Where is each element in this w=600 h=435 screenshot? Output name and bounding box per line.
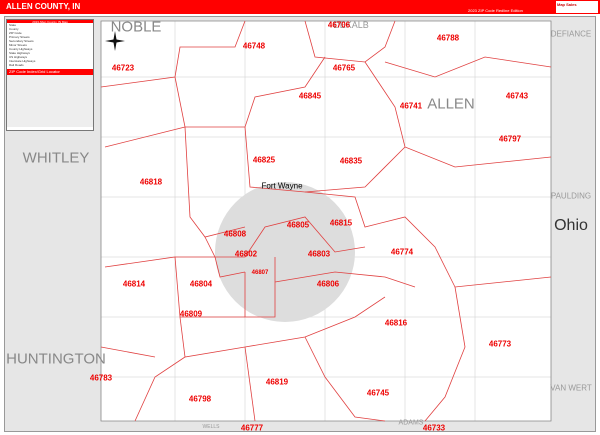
zip-label: 46788 (436, 33, 460, 43)
state-label-ohio: Ohio (554, 217, 588, 234)
zip-label: 46816 (384, 318, 408, 328)
county-label-paulding: PAULDING (550, 191, 592, 201)
zip-label: 46819 (265, 377, 289, 387)
zip-label: 46798 (188, 394, 212, 404)
logo: Map Sales (556, 1, 598, 13)
zip-label: 46818 (139, 177, 163, 187)
zip-label: 46808 (223, 229, 247, 239)
county-label-allen-oh: ALLEN (427, 95, 475, 113)
zip-label: 46814 (122, 279, 146, 289)
zip-index-table (7, 75, 93, 127)
zip-label: 46803 (307, 249, 331, 259)
zip-label: 46804 (189, 279, 213, 289)
zip-label: 46797 (498, 134, 522, 144)
zip-label: 46743 (505, 91, 529, 101)
zip-label: 46777 (240, 423, 264, 432)
header-bar: ALLEN COUNTY, IN 2023 ZIP Code Redline E… (0, 0, 600, 14)
zip-label: 46815 (329, 218, 353, 228)
zip-label: 46806 (316, 279, 340, 289)
zip-label: 46845 (298, 91, 322, 101)
zip-label: 46741 (399, 101, 423, 111)
zip-label: 46809 (179, 309, 203, 319)
county-label-whitley: WHITLEY (22, 149, 90, 167)
zip-label: 46748 (242, 41, 266, 51)
zip-label: 46723 (111, 63, 135, 73)
zip-label: 46835 (339, 156, 363, 166)
legend-item: Rail Roads (9, 63, 24, 67)
zip-label: 46706 (327, 20, 351, 30)
city-label-fort-wayne: Fort Wayne (261, 181, 303, 191)
county-label-wells: WELLS (202, 424, 220, 430)
zip-label: 46825 (252, 155, 276, 165)
zip-label: 46783 (89, 373, 113, 383)
zip-label: 46807 (251, 270, 269, 276)
zip-label: 46745 (366, 388, 390, 398)
legend-panel: 2023 Allen County, IN Map State County Z… (6, 19, 94, 131)
county-label-defiance: DEFIANCE (550, 29, 592, 39)
zip-label: 46773 (488, 339, 512, 349)
zip-label: 46765 (332, 63, 356, 73)
map-title: ALLEN COUNTY, IN (6, 2, 81, 11)
compass-rose-icon (105, 31, 125, 51)
zip-label: 46774 (390, 247, 414, 257)
edition-label: 2023 ZIP Code Redline Edition (468, 8, 523, 13)
county-label-adams: ADAMS (398, 419, 424, 427)
zip-label: 46733 (422, 423, 446, 432)
county-label-van-wert: VAN WERT (550, 383, 592, 393)
zip-label: 46805 (286, 220, 310, 230)
county-label-huntington: HUNTINGTON (6, 350, 106, 368)
zip-label: 46802 (234, 249, 258, 259)
